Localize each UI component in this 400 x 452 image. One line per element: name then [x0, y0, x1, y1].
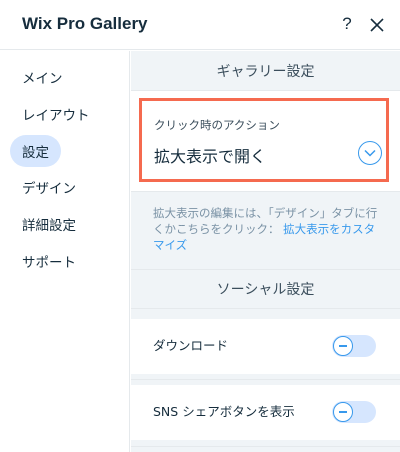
sidebar-item-label: レイアウト — [22, 108, 90, 124]
sidebar-item-advanced[interactable]: 詳細設定 — [10, 208, 88, 240]
share-toggle-label: SNS シェアボタンを表示 — [153, 404, 295, 419]
toggle-knob — [333, 402, 353, 422]
sidebar-nav: メイン レイアウト 設定 デザイン 詳細設定 サポート — [0, 51, 130, 452]
click-action-label: クリック時のアクション — [154, 118, 280, 132]
expand-info-text: 拡大表示の編集には、「デザイン」タブに行くかこちらをクリック： 拡大表示をカスタ… — [153, 205, 378, 253]
divider — [131, 191, 400, 192]
click-action-value: 拡大表示で開く — [154, 147, 267, 166]
toggle-knob — [333, 336, 353, 356]
sidebar-item-settings[interactable]: 設定 — [10, 135, 61, 167]
download-toggle[interactable] — [332, 335, 376, 357]
sidebar-item-layout[interactable]: レイアウト — [10, 98, 102, 130]
share-buttons-toggle[interactable] — [332, 401, 376, 423]
sidebar-item-support[interactable]: サポート — [10, 245, 88, 277]
click-action-dropdown[interactable]: クリック時のアクション 拡大表示で開く — [139, 98, 389, 182]
close-icon[interactable] — [366, 14, 388, 36]
divider — [131, 446, 400, 447]
sidebar-item-label: 詳細設定 — [22, 218, 76, 234]
main-content: ギャラリー設定 クリック時のアクション 拡大表示で開く 拡大表示の編集には、「デ… — [131, 51, 400, 452]
panel-header: Wix Pro Gallery ? — [0, 0, 400, 50]
section-title: ギャラリー設定 — [216, 63, 315, 80]
help-button[interactable]: ? — [338, 14, 356, 36]
panel-title: Wix Pro Gallery — [22, 14, 148, 33]
divider — [131, 379, 400, 380]
download-toggle-label: ダウンロード — [153, 338, 229, 353]
gallery-settings-section-header: ギャラリー設定 — [131, 51, 400, 91]
sidebar-item-design[interactable]: デザイン — [10, 171, 88, 203]
sidebar-item-main[interactable]: メイン — [10, 61, 75, 93]
sidebar-item-label: デザイン — [22, 181, 76, 197]
download-toggle-row: ダウンロード — [131, 319, 400, 374]
social-settings-section-header: ソーシャル設定 — [131, 269, 400, 309]
section-title: ソーシャル設定 — [216, 282, 315, 298]
sidebar-item-label: 設定 — [22, 145, 49, 161]
chevron-down-icon[interactable] — [358, 141, 382, 165]
settings-panel: Wix Pro Gallery ? メイン レイアウト 設定 デザイン 詳細設定… — [0, 0, 400, 452]
sidebar-item-label: サポート — [22, 255, 76, 271]
share-toggle-row: SNS シェアボタンを表示 — [131, 385, 400, 440]
sidebar-item-label: メイン — [22, 71, 63, 87]
